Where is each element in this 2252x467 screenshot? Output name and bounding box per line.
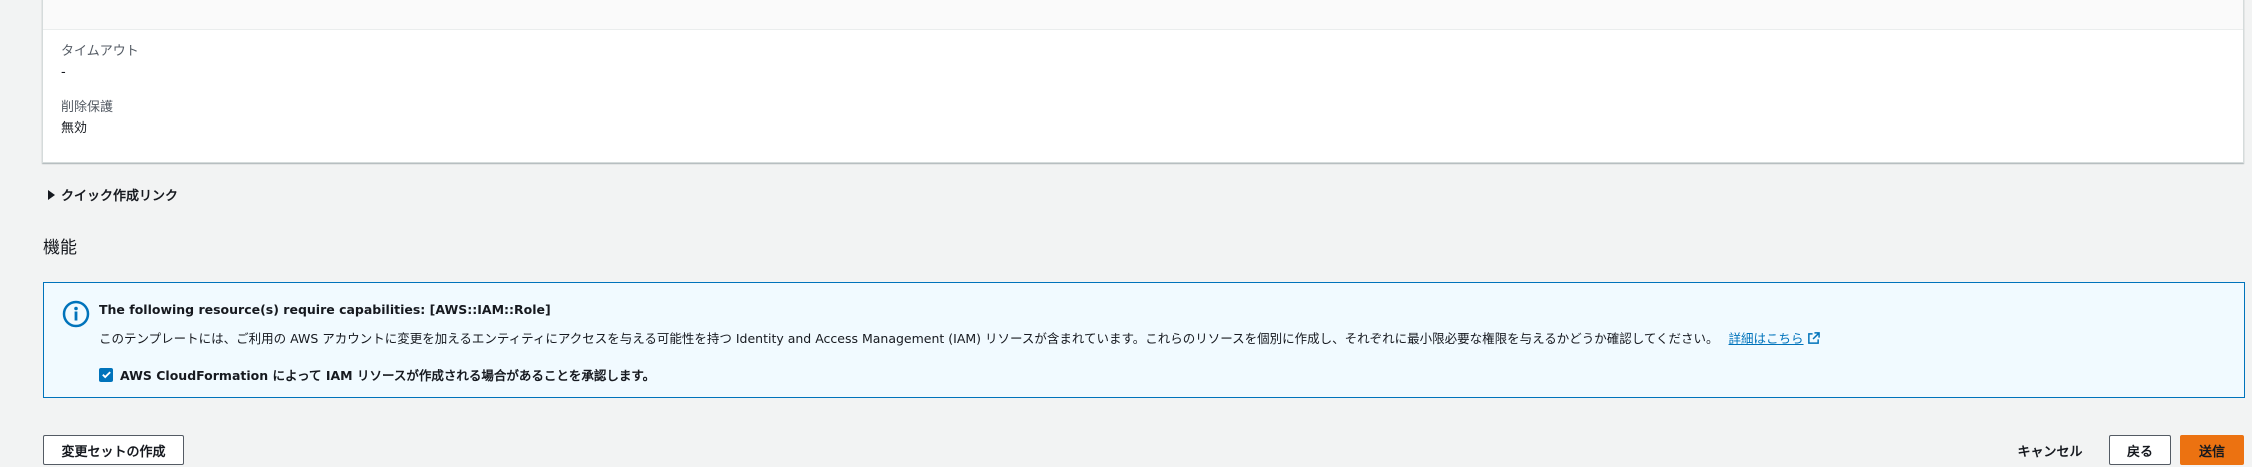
caret-right-icon bbox=[48, 189, 55, 200]
stack-options-panel: スタックの作成オプション タイムアウト - 削除保護 無効 bbox=[42, 0, 2244, 163]
acknowledge-label: AWS CloudFormation によって IAM リソースが作成される場合… bbox=[120, 368, 656, 383]
submit-button[interactable]: 送信 bbox=[2180, 435, 2244, 465]
alert-body-text: このテンプレートには、ご利用の AWS アカウントに変更を加えるエンティティにア… bbox=[99, 331, 1719, 346]
options-title: スタックの作成オプション bbox=[61, 0, 2225, 9]
alert-body: このテンプレートには、ご利用の AWS アカウントに変更を加えるエンティティにア… bbox=[99, 328, 1820, 347]
timeout-label: タイムアウト bbox=[61, 44, 139, 59]
capabilities-title: 機能 bbox=[43, 238, 77, 258]
learn-more-link[interactable]: 詳細はこちら bbox=[1729, 331, 1820, 346]
quick-create-link-label: クイック作成リンク bbox=[61, 189, 179, 204]
quick-create-link-toggle[interactable]: クイック作成リンク bbox=[48, 185, 178, 204]
alert-title: The following resource(s) require capabi… bbox=[99, 302, 551, 317]
create-changeset-button[interactable]: 変更セットの作成 bbox=[43, 435, 184, 465]
deletion-protection-field: 削除保護 無効 bbox=[43, 99, 2243, 139]
capabilities-info-alert: The following resource(s) require capabi… bbox=[43, 282, 2245, 398]
learn-more-label: 詳細はこちら bbox=[1728, 331, 1804, 346]
options-header: スタックの作成オプション bbox=[43, 0, 2243, 30]
back-button[interactable]: 戻る bbox=[2109, 435, 2171, 465]
timeout-field: タイムアウト - bbox=[43, 43, 2243, 83]
timeout-value: - bbox=[61, 65, 66, 80]
acknowledge-checkbox[interactable] bbox=[99, 367, 113, 382]
external-link-icon bbox=[1807, 332, 1820, 344]
page: スタックの作成オプション タイムアウト - 削除保護 無効 クイック作成リンク … bbox=[0, 0, 2252, 467]
checkmark-icon bbox=[101, 371, 111, 379]
acknowledge-capabilities[interactable]: AWS CloudFormation によって IAM リソースが作成される場合… bbox=[99, 365, 655, 384]
info-icon bbox=[62, 300, 90, 328]
deletion-protection-label: 削除保護 bbox=[61, 100, 114, 115]
cancel-button[interactable]: キャンセル bbox=[2010, 435, 2090, 465]
deletion-protection-value: 無効 bbox=[61, 121, 88, 136]
